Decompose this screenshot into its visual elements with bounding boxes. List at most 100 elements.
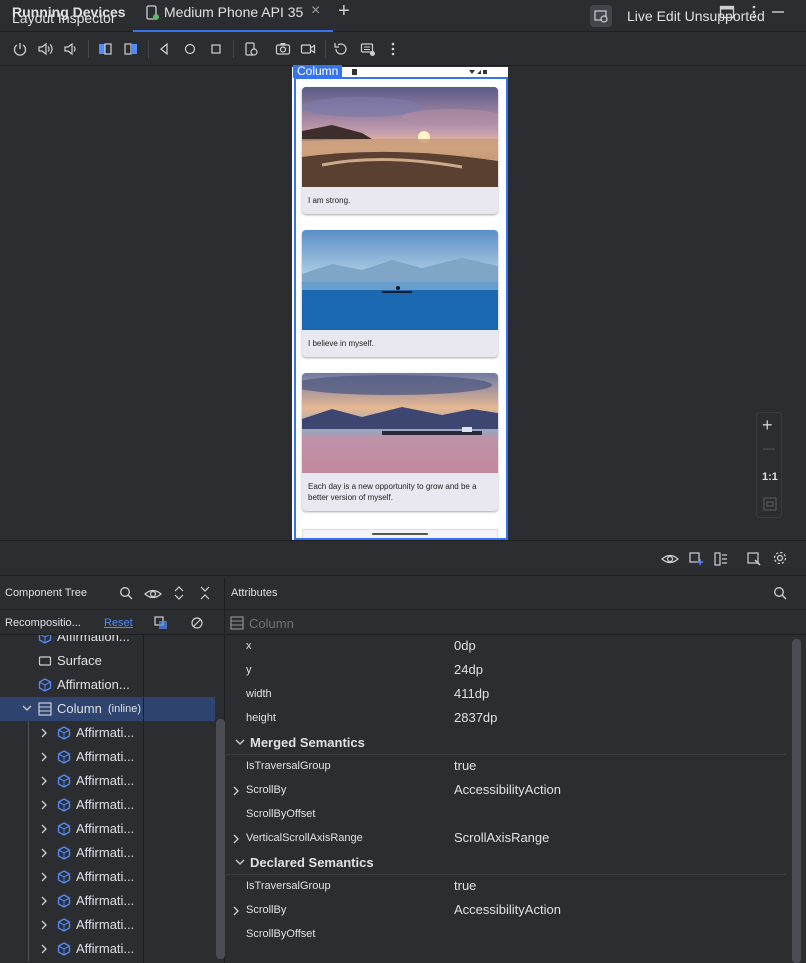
- attribute-section[interactable]: Merged Semantics: [226, 731, 786, 755]
- keyboard-icon[interactable]: [360, 41, 376, 57]
- minimize-icon[interactable]: [770, 4, 786, 20]
- tree-node[interactable]: Affirmation...: [0, 673, 215, 697]
- attributes-pane: Attributes Column x 0dp y 24dp width 411dp hei…: [226, 577, 806, 963]
- tree-scrollbar[interactable]: [216, 719, 225, 959]
- attribute-value: 2837dp: [454, 710, 498, 725]
- attribute-row[interactable]: ScrollBy AccessibilityAction: [226, 779, 786, 803]
- chevron-right-icon[interactable]: [40, 751, 48, 763]
- attribute-row[interactable]: VerticalScrollAxisRange ScrollAxisRange: [226, 827, 786, 851]
- attribute-row[interactable]: ScrollBy AccessibilityAction: [226, 899, 786, 923]
- attribute-row: IsTraversalGroup true: [226, 755, 786, 779]
- tree-node-label: Affirmati...: [76, 845, 135, 860]
- attributes-header: Attributes: [226, 577, 806, 610]
- component-tree-list: Affirmation... Surface Affirmation... Colum…: [0, 635, 225, 963]
- settings-gear-icon[interactable]: [772, 550, 788, 566]
- zoom-fit-icon[interactable]: [763, 497, 777, 511]
- compose-icon: [57, 822, 71, 836]
- chevron-right-icon[interactable]: [40, 919, 48, 931]
- live-edit-icon[interactable]: [590, 5, 612, 27]
- chevron-down-icon[interactable]: [234, 858, 246, 868]
- compose-icon: [57, 894, 71, 908]
- tree-node[interactable]: Affirmation...: [0, 635, 215, 649]
- tree-node[interactable]: Affirmati...: [0, 865, 215, 889]
- attribute-row: ScrollByOffset: [226, 803, 786, 827]
- home-icon[interactable]: [182, 41, 198, 57]
- zoom-in-button[interactable]: +: [762, 415, 773, 436]
- chevron-right-icon[interactable]: [232, 785, 240, 797]
- power-icon[interactable]: [12, 41, 28, 57]
- chevron-right-icon[interactable]: [40, 847, 48, 859]
- attributes-title: Attributes: [231, 587, 278, 599]
- layer-tree-icon[interactable]: [713, 551, 729, 567]
- tree-node-label: Affirmation...: [57, 635, 130, 644]
- tree-node[interactable]: Affirmati...: [0, 745, 215, 769]
- screen-record-icon[interactable]: [300, 41, 316, 57]
- tree-guide-line: [28, 889, 29, 913]
- tree-node[interactable]: Affirmati...: [0, 769, 215, 793]
- reset-icon[interactable]: [333, 41, 349, 57]
- compose-icon: [57, 942, 71, 956]
- chevron-right-icon[interactable]: [40, 799, 48, 811]
- overview-icon[interactable]: [208, 41, 224, 57]
- filter-visibility-icon[interactable]: [144, 586, 162, 602]
- attribute-value: AccessibilityAction: [454, 902, 561, 917]
- add-tab-icon[interactable]: +: [338, 0, 350, 23]
- volume-down-icon[interactable]: [62, 41, 78, 57]
- screenshot-icon[interactable]: [275, 41, 291, 57]
- tree-node[interactable]: Affirmati...: [0, 913, 215, 937]
- attribute-key: width: [246, 688, 272, 700]
- attributes-search-icon[interactable]: [773, 586, 787, 600]
- collapse-all-icon[interactable]: [198, 585, 212, 601]
- chevron-right-icon[interactable]: [232, 833, 240, 845]
- chevron-right-icon[interactable]: [40, 775, 48, 787]
- tree-node[interactable]: Affirmati...: [0, 841, 215, 865]
- chevron-right-icon[interactable]: [232, 905, 240, 917]
- device-settings-icon[interactable]: [243, 41, 259, 57]
- select-component-icon[interactable]: [746, 551, 762, 567]
- selected-node-bar: Column: [226, 611, 806, 635]
- zoom-controls: + — 1:1: [756, 412, 782, 518]
- tree-guide-line: [28, 793, 29, 817]
- tree-guide-line: [28, 841, 29, 865]
- status-bar-icons: [468, 69, 490, 75]
- attribute-section[interactable]: Declared Semantics: [226, 851, 786, 875]
- tree-node-label: Column: [57, 701, 102, 716]
- chevron-right-icon[interactable]: [40, 727, 48, 739]
- tree-node[interactable]: Affirmati...: [0, 793, 215, 817]
- tree-guide-line: [28, 817, 29, 841]
- disable-icon[interactable]: [190, 616, 204, 630]
- tree-node[interactable]: Affirmati...: [0, 889, 215, 913]
- tree-node[interactable]: Column (inline): [0, 697, 215, 721]
- search-icon[interactable]: [119, 586, 133, 600]
- zoom-actual-size-button[interactable]: 1:1: [762, 471, 778, 483]
- chevron-right-icon[interactable]: [40, 895, 48, 907]
- highlight-recompositions-icon[interactable]: [154, 616, 168, 630]
- chevron-right-icon[interactable]: [40, 871, 48, 883]
- tab-device[interactable]: Medium Phone API 35 ×: [133, 0, 333, 32]
- chevron-down-icon[interactable]: [234, 738, 246, 748]
- reset-link[interactable]: Reset: [104, 617, 133, 629]
- column-icon: [230, 616, 244, 630]
- chevron-down-icon[interactable]: [21, 704, 33, 714]
- snapshot-icon[interactable]: [688, 551, 704, 567]
- attribute-key: y: [246, 664, 252, 676]
- attribute-row: x 0dp: [226, 635, 786, 659]
- close-tab-icon[interactable]: ×: [311, 2, 320, 20]
- layout-inspector-header: [0, 540, 806, 576]
- back-icon[interactable]: [156, 41, 172, 57]
- chevron-right-icon[interactable]: [40, 943, 48, 955]
- tree-node[interactable]: Surface: [0, 649, 215, 673]
- expand-all-icon[interactable]: [172, 585, 186, 601]
- zoom-out-button[interactable]: —: [763, 441, 775, 455]
- more-icon[interactable]: [385, 41, 401, 57]
- rotate-left-icon[interactable]: [97, 41, 113, 57]
- chevron-right-icon[interactable]: [40, 823, 48, 835]
- tree-node[interactable]: Affirmati...: [0, 937, 215, 961]
- rotate-right-icon[interactable]: [123, 41, 139, 57]
- volume-up-icon[interactable]: [37, 41, 53, 57]
- visibility-icon[interactable]: [661, 551, 679, 567]
- attributes-scrollbar[interactable]: [792, 639, 801, 963]
- tree-node-label: Affirmation...: [57, 677, 130, 692]
- tree-node[interactable]: Affirmati...: [0, 721, 215, 745]
- tree-node[interactable]: Affirmati...: [0, 817, 215, 841]
